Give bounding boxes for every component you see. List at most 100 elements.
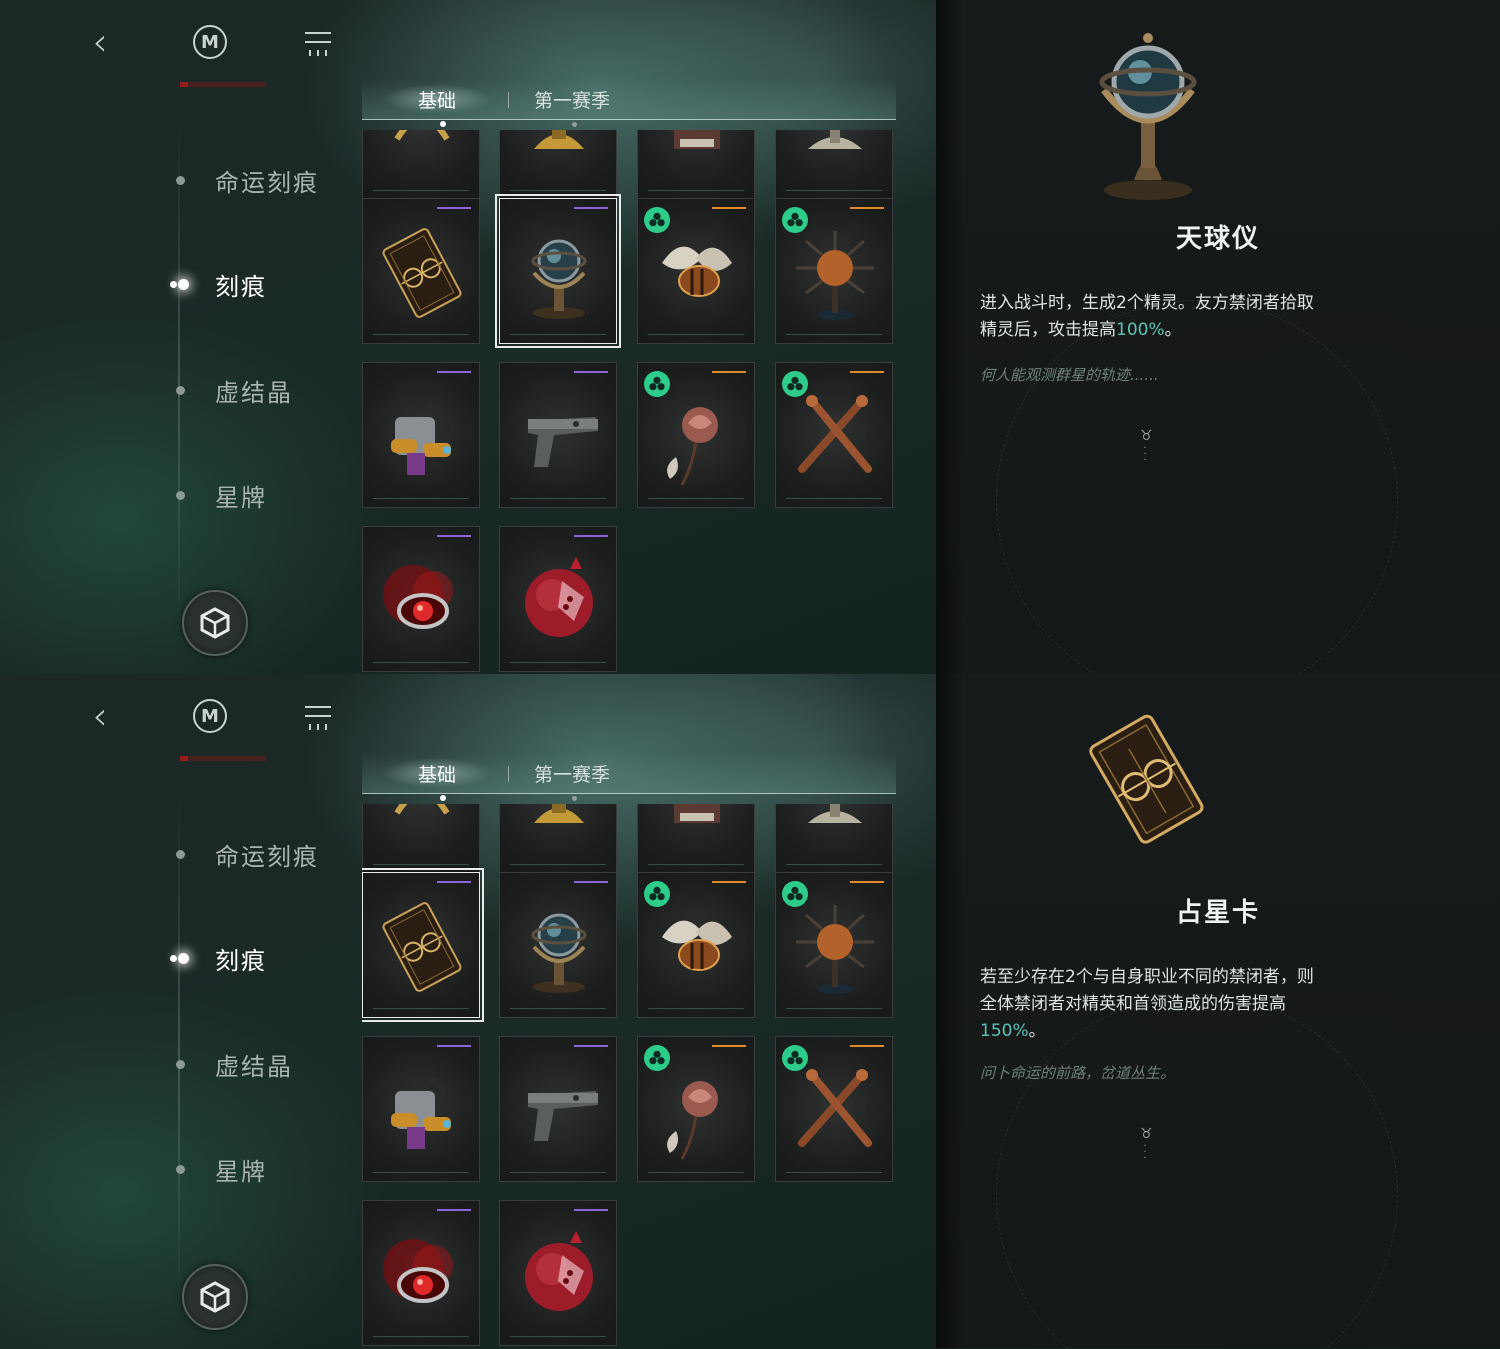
rarity-bar bbox=[437, 371, 471, 373]
item-image bbox=[534, 804, 584, 823]
item-card-spiked-orb[interactable] bbox=[775, 872, 893, 1018]
item-card-dried-rose[interactable] bbox=[637, 1036, 755, 1182]
rarity-bar bbox=[437, 1209, 471, 1211]
pomegranate-image bbox=[525, 1231, 593, 1311]
item-card-winged-beetle[interactable] bbox=[637, 198, 755, 344]
blood-eye-ring-image bbox=[383, 565, 453, 629]
spiked-orb-image bbox=[796, 905, 874, 994]
clover-icon bbox=[644, 881, 670, 907]
nav-item-void-crystal[interactable]: 虚结晶 bbox=[170, 372, 293, 408]
item-card-pistol[interactable] bbox=[499, 362, 617, 508]
rarity-bar bbox=[574, 371, 608, 373]
m-logo-button[interactable]: M bbox=[188, 694, 232, 738]
cube-button[interactable] bbox=[182, 1264, 248, 1330]
blood-eye-ring-image bbox=[383, 1239, 453, 1303]
pistol-image bbox=[528, 417, 598, 467]
m-logo-icon: M bbox=[193, 25, 227, 59]
item-card-partial[interactable] bbox=[775, 804, 893, 874]
armillary-sphere-image bbox=[531, 913, 587, 993]
nav-dot bbox=[176, 385, 185, 395]
red-marker bbox=[180, 756, 266, 761]
menu-button[interactable] bbox=[296, 694, 340, 738]
tab-season-one[interactable]: 第一赛季 bbox=[534, 760, 610, 801]
m-logo-icon: M bbox=[193, 699, 227, 733]
item-card-partial[interactable] bbox=[775, 130, 893, 200]
rarity-bar bbox=[850, 371, 884, 373]
clover-icon bbox=[782, 371, 808, 397]
item-image bbox=[674, 804, 720, 823]
tab-separator bbox=[508, 92, 509, 108]
item-card-pomegranate[interactable] bbox=[499, 1200, 617, 1346]
menu-button[interactable] bbox=[296, 20, 340, 64]
item-card-astro-card[interactable] bbox=[362, 868, 484, 1022]
astro-card-image bbox=[382, 228, 462, 318]
dried-rose-image bbox=[667, 1081, 718, 1160]
nav-label: 虚结晶 bbox=[215, 378, 293, 407]
item-card-partial[interactable] bbox=[499, 130, 617, 200]
item-card-armillary-sphere[interactable] bbox=[495, 194, 621, 348]
nav-item-marks[interactable]: 刻痕 bbox=[170, 260, 370, 304]
item-card-partial[interactable] bbox=[362, 804, 480, 874]
clover-icon bbox=[644, 1045, 670, 1071]
m-logo-button[interactable]: M bbox=[188, 20, 232, 64]
item-description: 若至少存在2个与自身职业不同的禁闭者，则全体禁闭者对精英和首领造成的伤害提高15… bbox=[980, 967, 1314, 1041]
nav-label: 星牌 bbox=[215, 483, 267, 512]
winged-beetle-image bbox=[662, 920, 732, 971]
item-card-mech-backpack[interactable] bbox=[362, 362, 480, 508]
nav-item-star-cards[interactable]: 星牌 bbox=[170, 1151, 267, 1187]
chevron-left-icon: ‹ bbox=[92, 694, 108, 738]
item-flavor-text: 问卜命运的前路，岔道丛生。 bbox=[980, 1064, 1176, 1082]
item-card-dried-rose[interactable] bbox=[637, 362, 755, 508]
nav-item-star-cards[interactable]: 星牌 bbox=[170, 477, 267, 513]
item-image bbox=[394, 804, 450, 815]
nav-dot bbox=[176, 849, 185, 859]
rarity-bar bbox=[850, 207, 884, 209]
nav-item-marks[interactable]: 刻痕 bbox=[170, 934, 370, 978]
nav-dot-active bbox=[178, 952, 189, 964]
item-image bbox=[808, 130, 862, 149]
mech-backpack-image bbox=[391, 402, 451, 475]
tab-season-one[interactable]: 第一赛季 bbox=[534, 86, 610, 127]
tab-bar: 基础 第一赛季 bbox=[362, 752, 896, 801]
item-card-blood-eye-ring[interactable] bbox=[362, 1200, 480, 1346]
nav-dot bbox=[176, 175, 185, 185]
item-card-partial[interactable] bbox=[637, 130, 755, 200]
item-card-spiked-orb[interactable] bbox=[775, 198, 893, 344]
item-card-partial[interactable] bbox=[499, 804, 617, 874]
nav-item-fate-marks[interactable]: 命运刻痕 bbox=[170, 162, 319, 198]
item-card-armillary-sphere[interactable] bbox=[499, 872, 617, 1018]
highlight-value: 100% bbox=[1116, 320, 1165, 340]
item-card-pomegranate[interactable] bbox=[499, 526, 617, 672]
item-image bbox=[808, 804, 862, 823]
item-card-mech-backpack[interactable] bbox=[362, 1036, 480, 1182]
cube-icon bbox=[200, 1281, 230, 1313]
item-card-astro-card[interactable] bbox=[362, 198, 480, 344]
item-card-partial[interactable] bbox=[362, 130, 480, 200]
tab-basic[interactable]: 基础 bbox=[418, 760, 456, 801]
decorative-circle bbox=[996, 300, 1398, 674]
item-card-winged-beetle[interactable] bbox=[637, 872, 755, 1018]
item-grid bbox=[362, 804, 902, 1348]
cube-icon bbox=[200, 607, 230, 639]
item-image bbox=[534, 130, 584, 149]
pomegranate-image bbox=[525, 557, 593, 637]
cube-button[interactable] bbox=[182, 590, 248, 656]
item-hero-image bbox=[1089, 714, 1204, 844]
item-card-blood-eye-ring[interactable] bbox=[362, 526, 480, 672]
item-card-partial[interactable] bbox=[637, 804, 755, 874]
tab-basic[interactable]: 基础 bbox=[418, 86, 456, 127]
item-card-pistol[interactable] bbox=[499, 1036, 617, 1182]
nav-item-fate-marks[interactable]: 命运刻痕 bbox=[170, 836, 319, 872]
rarity-bar bbox=[574, 207, 608, 209]
item-card-crossed-stakes[interactable] bbox=[775, 1036, 893, 1182]
rarity-bar bbox=[574, 881, 608, 883]
item-title: 天球仪 bbox=[1175, 224, 1260, 254]
nav-item-void-crystal[interactable]: 虚结晶 bbox=[170, 1046, 293, 1082]
back-button[interactable]: ‹ bbox=[78, 20, 122, 64]
back-button[interactable]: ‹ bbox=[78, 694, 122, 738]
item-card-crossed-stakes[interactable] bbox=[775, 362, 893, 508]
rarity-bar bbox=[850, 881, 884, 883]
tab-bar: 基础 第一赛季 bbox=[362, 78, 896, 127]
nav-label: 刻痕 bbox=[215, 272, 267, 301]
mech-backpack-image bbox=[391, 1076, 451, 1149]
